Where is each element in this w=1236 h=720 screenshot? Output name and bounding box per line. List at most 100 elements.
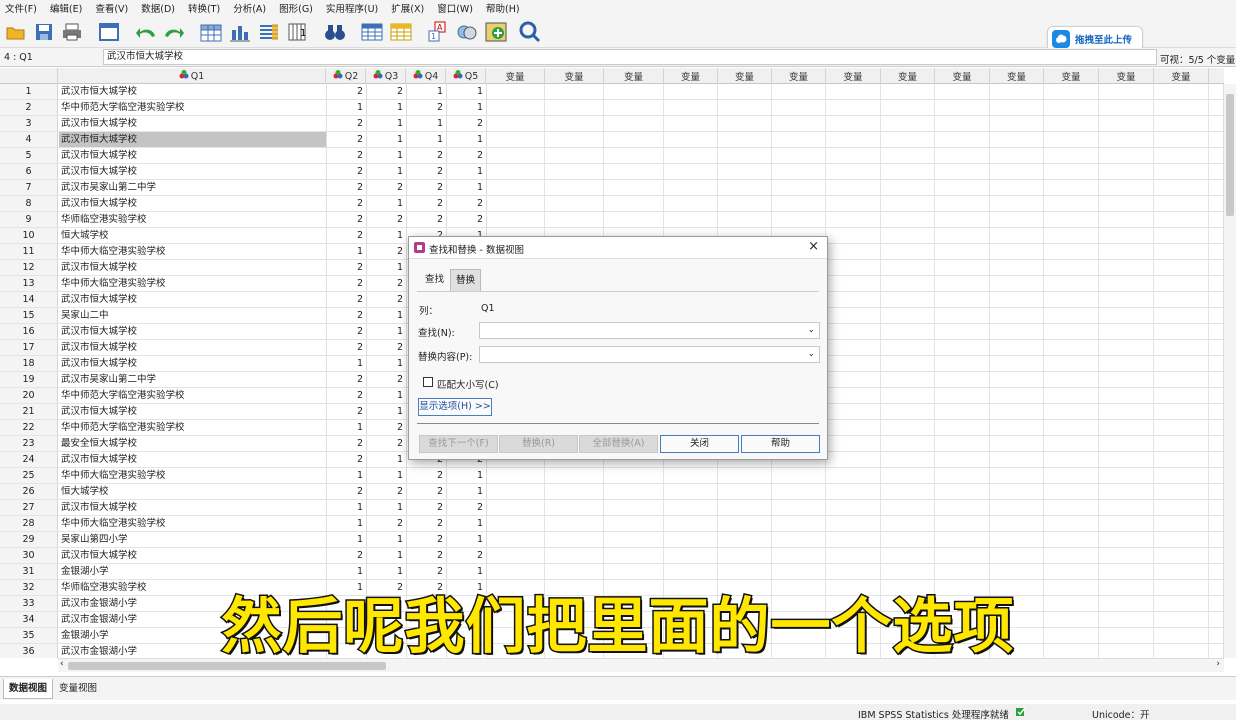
cell-q5[interactable]: 2 [446,500,483,515]
cell-q4[interactable]: 2 [406,100,443,115]
cell-q1[interactable]: 金银湖小学 [61,564,325,579]
cell-q1[interactable]: 华中师大临空港实验学校 [61,468,325,483]
cell-q2[interactable]: 2 [326,548,363,563]
tab-find[interactable]: 查找 [420,269,449,291]
cell-q3[interactable]: 2 [366,340,403,355]
cell-q2[interactable]: 2 [326,228,363,243]
chevron-down-icon[interactable]: ⌄ [807,349,815,359]
search-icon[interactable] [518,21,542,43]
replace-all-button[interactable]: 全部替换(A) [579,435,658,453]
cell-q4[interactable]: 1 [406,132,443,147]
cell-q3[interactable]: 2 [366,420,403,435]
column-header-q3[interactable]: Q3 [366,68,406,84]
cell-q1[interactable]: 武汉市恒大城学校 [61,404,325,419]
cell-q1[interactable]: 武汉市恒大城学校 [61,452,325,467]
cell-q4[interactable]: 2 [406,180,443,195]
cell-q3[interactable]: 2 [366,276,403,291]
column-header-q4[interactable]: Q4 [406,68,446,84]
cell-q2[interactable]: 2 [326,260,363,275]
menu-item-10[interactable]: 帮助(H) [486,1,520,15]
cell-q1[interactable]: 武汉市恒大城学校 [61,196,325,211]
cell-q1[interactable]: 武汉市恒大城学校 [61,356,325,371]
cell-q2[interactable]: 2 [326,404,363,419]
cell-q1[interactable]: 武汉市吴家山第二中学 [61,372,325,387]
chevron-down-icon[interactable]: ⌄ [807,325,815,335]
cell-q5[interactable]: 1 [446,180,483,195]
cell-q2[interactable]: 2 [326,452,363,467]
value-labels-icon[interactable]: 1 [286,21,310,43]
empty-variable-header[interactable]: 变量 [1099,68,1154,84]
cell-q3[interactable]: 1 [366,132,403,147]
cell-q3[interactable]: 2 [366,516,403,531]
cell-q2[interactable]: 1 [326,100,363,115]
cell-q5[interactable]: 2 [446,212,483,227]
cell-q3[interactable]: 1 [366,100,403,115]
cell-q4[interactable]: 2 [406,548,443,563]
cell-q5[interactable]: 2 [446,548,483,563]
cell-q2[interactable]: 1 [326,516,363,531]
cell-q4[interactable]: 2 [406,532,443,547]
menu-item-2[interactable]: 查看(V) [95,1,128,15]
cell-q2[interactable]: 2 [326,196,363,211]
close-button[interactable]: 关闭 [660,435,739,453]
column-header-q2[interactable]: Q2 [326,68,366,84]
cell-q4[interactable]: 1 [406,84,443,99]
cell-q1[interactable]: 武汉市吴家山第二中学 [61,180,325,195]
vertical-scroll-thumb[interactable] [1226,94,1234,216]
cell-q3[interactable]: 1 [366,404,403,419]
find-binoculars-icon[interactable] [323,21,347,43]
open-folder-icon[interactable] [4,21,28,43]
goto-case-icon[interactable] [199,21,223,43]
cell-q4[interactable]: 2 [406,516,443,531]
cell-q2[interactable]: 2 [326,308,363,323]
menu-item-5[interactable]: 分析(A) [233,1,266,15]
empty-variable-header[interactable]: 变量 [990,68,1044,84]
cell-q3[interactable]: 1 [366,164,403,179]
cell-q3[interactable]: 1 [366,548,403,563]
menu-item-0[interactable]: 文件(F) [5,1,37,15]
cell-q3[interactable]: 1 [366,452,403,467]
empty-variable-header[interactable]: 变量 [1209,68,1224,84]
cell-q2[interactable]: 2 [326,148,363,163]
cell-q1[interactable]: 武汉市恒大城学校 [61,548,325,563]
cell-q4[interactable]: 2 [406,484,443,499]
vertical-scrollbar[interactable] [1223,84,1236,658]
cell-q2[interactable]: 2 [326,276,363,291]
cell-q5[interactable]: 1 [446,516,483,531]
tab-replace[interactable]: 替换 [450,269,482,291]
cell-q3[interactable]: 1 [366,196,403,211]
empty-variable-header[interactable]: 变量 [718,68,772,84]
cell-q3[interactable]: 2 [366,244,403,259]
cell-q4[interactable]: 2 [406,212,443,227]
cell-q2[interactable]: 2 [326,132,363,147]
cell-q1[interactable]: 武汉市恒大城学校 [61,164,325,179]
menu-item-6[interactable]: 图形(G) [279,1,313,15]
cell-q1[interactable]: 武汉市恒大城学校 [61,116,325,131]
empty-variable-header[interactable]: 变量 [881,68,935,84]
cell-q1[interactable]: 恒大城学校 [61,228,325,243]
cell-q3[interactable]: 1 [366,116,403,131]
cell-q5[interactable]: 1 [446,484,483,499]
cell-q4[interactable]: 2 [406,500,443,515]
add-icon[interactable] [484,21,508,43]
cell-q2[interactable]: 1 [326,244,363,259]
cell-q4[interactable]: 2 [406,148,443,163]
cell-q3[interactable]: 1 [366,148,403,163]
print-icon[interactable] [60,21,84,43]
cell-q3[interactable]: 1 [366,564,403,579]
cell-q3[interactable]: 2 [366,180,403,195]
cell-q2[interactable]: 1 [326,420,363,435]
cell-q2[interactable]: 2 [326,164,363,179]
cell-q1[interactable]: 华师临空港实验学校 [61,212,325,227]
cell-q3[interactable]: 1 [366,500,403,515]
recall-dialog-icon[interactable] [97,21,121,43]
cell-q1[interactable]: 华中师大临空港实验学校 [61,244,325,259]
cell-q3[interactable]: 1 [366,532,403,547]
cell-q3[interactable]: 2 [366,292,403,307]
cell-q3[interactable]: 1 [366,260,403,275]
cell-q3[interactable]: 1 [366,356,403,371]
cell-q3[interactable]: 1 [366,388,403,403]
replace-combobox[interactable]: ⌄ [479,346,820,363]
column-header-q5[interactable]: Q5 [446,68,486,84]
cell-q3[interactable]: 2 [366,436,403,451]
